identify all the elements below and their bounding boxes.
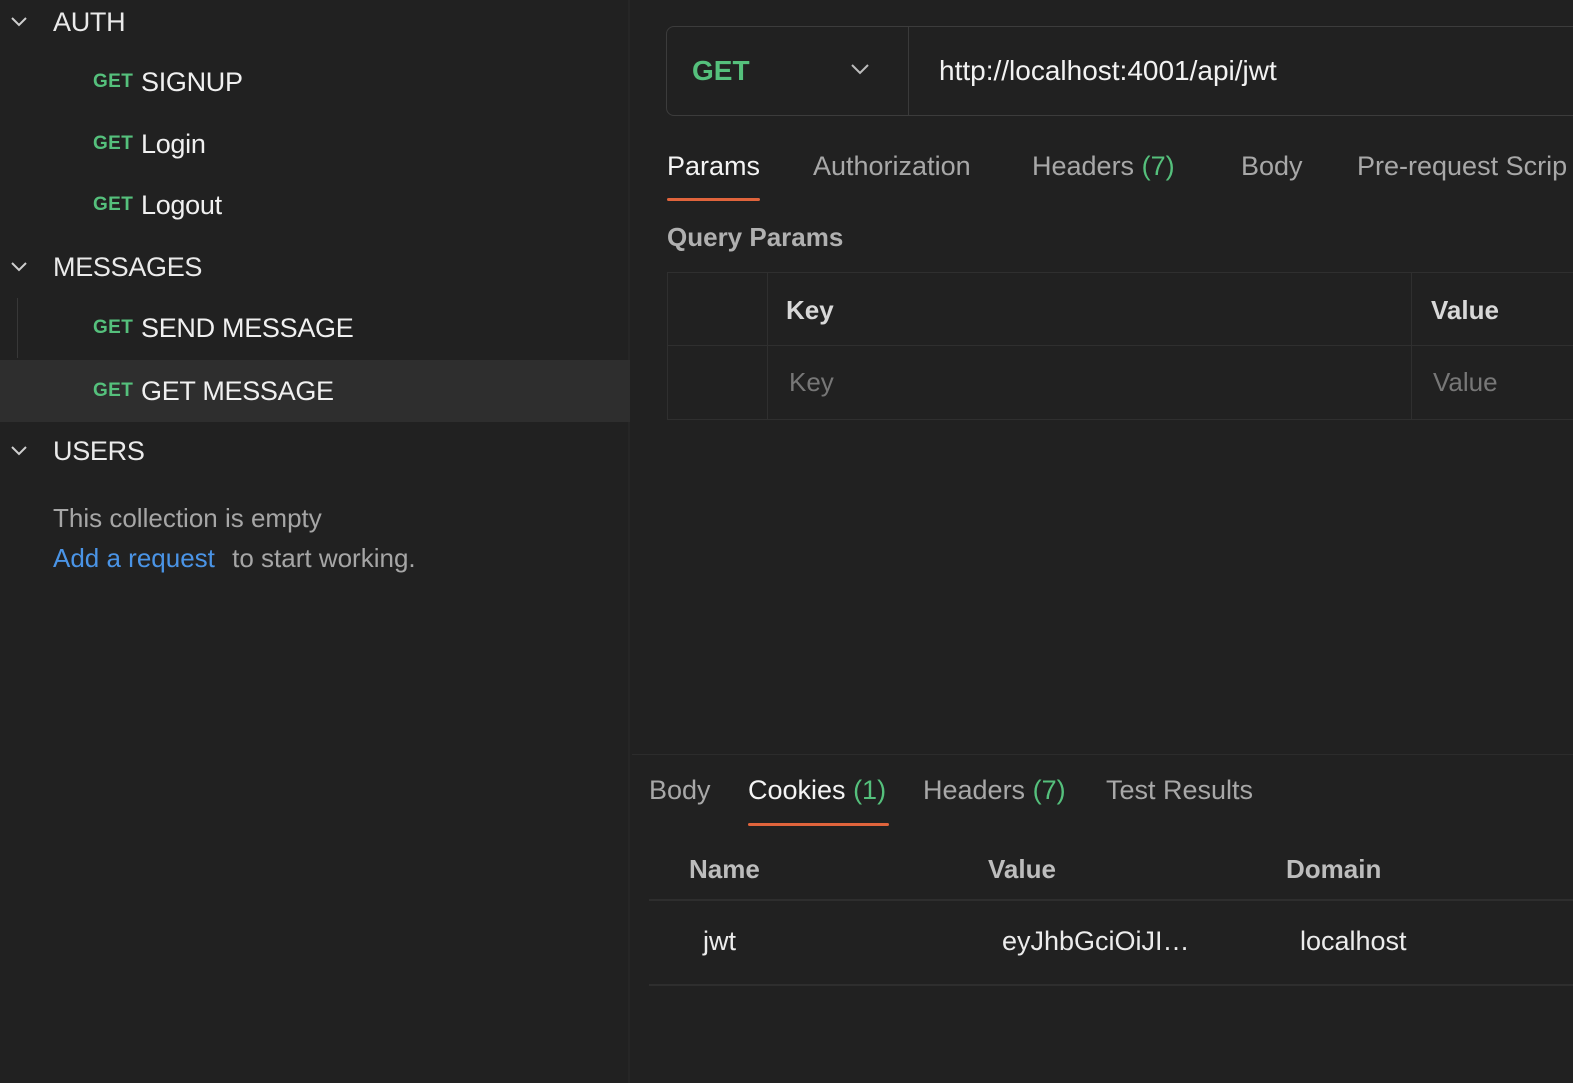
folder-auth[interactable]: AUTH [0, 0, 630, 44]
request-label: Login [141, 128, 206, 159]
request-item-login[interactable]: GET Login [0, 113, 630, 175]
key-input[interactable]: Key [789, 367, 834, 398]
request-label: SEND MESSAGE [141, 312, 354, 343]
method-badge: GET [93, 317, 134, 338]
tab-label: Params [667, 151, 761, 181]
folder-users[interactable]: USERS [0, 429, 630, 473]
active-tab-underline [667, 198, 760, 201]
method-select[interactable]: GET [667, 27, 909, 115]
tab-count: (7) [1141, 151, 1175, 181]
request-item-signup[interactable]: GET SIGNUP [0, 51, 630, 113]
app-window: AUTH GET SIGNUP GET Login GET Logout MES… [0, 0, 1573, 1083]
value-header: Value [1431, 295, 1499, 325]
add-request-hint: Add a request to start working. [53, 543, 416, 574]
domain-header: Domain [1286, 854, 1382, 884]
request-item-logout[interactable]: GET Logout [0, 174, 630, 236]
tab-label: Body [1241, 151, 1303, 181]
tab-pre-request-script[interactable]: Pre-request Scrip [1357, 151, 1567, 182]
method-badge: GET [93, 71, 134, 92]
request-label: SIGNUP [141, 66, 243, 97]
collections-sidebar: AUTH GET SIGNUP GET Login GET Logout MES… [0, 0, 630, 1083]
folder-label: AUTH [53, 6, 126, 37]
value-header: Value [988, 854, 1056, 884]
url-input[interactable]: http://localhost:4001/api/jwt [939, 55, 1277, 87]
chevron-down-icon[interactable] [10, 258, 28, 276]
chevron-down-icon[interactable] [10, 442, 28, 460]
tab-label: Cookies [748, 775, 846, 805]
tab-params[interactable]: Params [667, 151, 760, 182]
tab-label: Headers [1032, 151, 1135, 181]
cookie-domain: localhost [1300, 926, 1407, 956]
folder-label: MESSAGES [53, 251, 203, 282]
tab-label: Body [649, 775, 711, 805]
request-editor: GET http://localhost:4001/api/jwt Params… [632, 0, 1573, 1083]
row-divider [649, 984, 1573, 986]
table-header-row: Key Value [668, 273, 1573, 346]
table-row: Key Value [668, 347, 1573, 420]
tab-count: (1) [853, 775, 887, 805]
cookies-table: Name Value Domain jwt eyJhbGciOiJI… loca… [649, 842, 1573, 987]
tab-label: Pre-request Scrip [1357, 151, 1568, 181]
method-badge: GET [93, 133, 134, 154]
tab-headers[interactable]: Headers (7) [1032, 151, 1175, 182]
chevron-down-icon[interactable] [10, 13, 28, 31]
name-header: Name [689, 854, 760, 884]
method-badge: GET [93, 380, 134, 401]
request-item-get-message[interactable]: GET GET MESSAGE [0, 360, 630, 422]
tab-authorization[interactable]: Authorization [813, 151, 971, 182]
tab-response-headers[interactable]: Headers (7) [923, 775, 1066, 806]
response-tabs: Body Cookies (1) Headers (7) Test Result… [649, 770, 1573, 830]
add-request-suffix: to start working. [232, 543, 416, 573]
query-params-title: Query Params [667, 222, 844, 252]
add-request-link[interactable]: Add a request [53, 543, 215, 573]
tab-response-body[interactable]: Body [649, 775, 711, 806]
chevron-down-icon [849, 62, 871, 82]
tab-test-results[interactable]: Test Results [1106, 775, 1253, 806]
method-badge: GET [93, 194, 134, 215]
tab-body[interactable]: Body [1241, 151, 1303, 182]
url-bar: GET http://localhost:4001/api/jwt [666, 26, 1573, 116]
header-divider [649, 899, 1573, 901]
tab-label: Test Results [1106, 775, 1254, 805]
folder-messages[interactable]: MESSAGES [0, 245, 630, 289]
method-value: GET [692, 55, 750, 86]
active-tab-underline [748, 823, 889, 826]
request-item-send-message[interactable]: GET SEND MESSAGE [0, 297, 630, 359]
tab-label: Authorization [813, 151, 971, 181]
query-params-table: Key Value Key Value [667, 272, 1573, 420]
request-label: GET MESSAGE [141, 375, 334, 406]
tab-count: (7) [1032, 775, 1066, 805]
tab-label: Headers [923, 775, 1026, 805]
cookie-value: eyJhbGciOiJI… [1002, 926, 1190, 956]
value-input[interactable]: Value [1433, 367, 1498, 398]
tab-cookies[interactable]: Cookies (1) [748, 775, 886, 806]
empty-collection-text: This collection is empty [53, 503, 322, 533]
request-label: Logout [141, 189, 222, 220]
pane-divider[interactable] [632, 754, 1573, 755]
key-header: Key [786, 295, 834, 325]
request-tabs: Params Authorization Headers (7) Body Pr… [667, 145, 1573, 205]
folder-label: USERS [53, 435, 145, 466]
cookie-name: jwt [703, 926, 736, 956]
